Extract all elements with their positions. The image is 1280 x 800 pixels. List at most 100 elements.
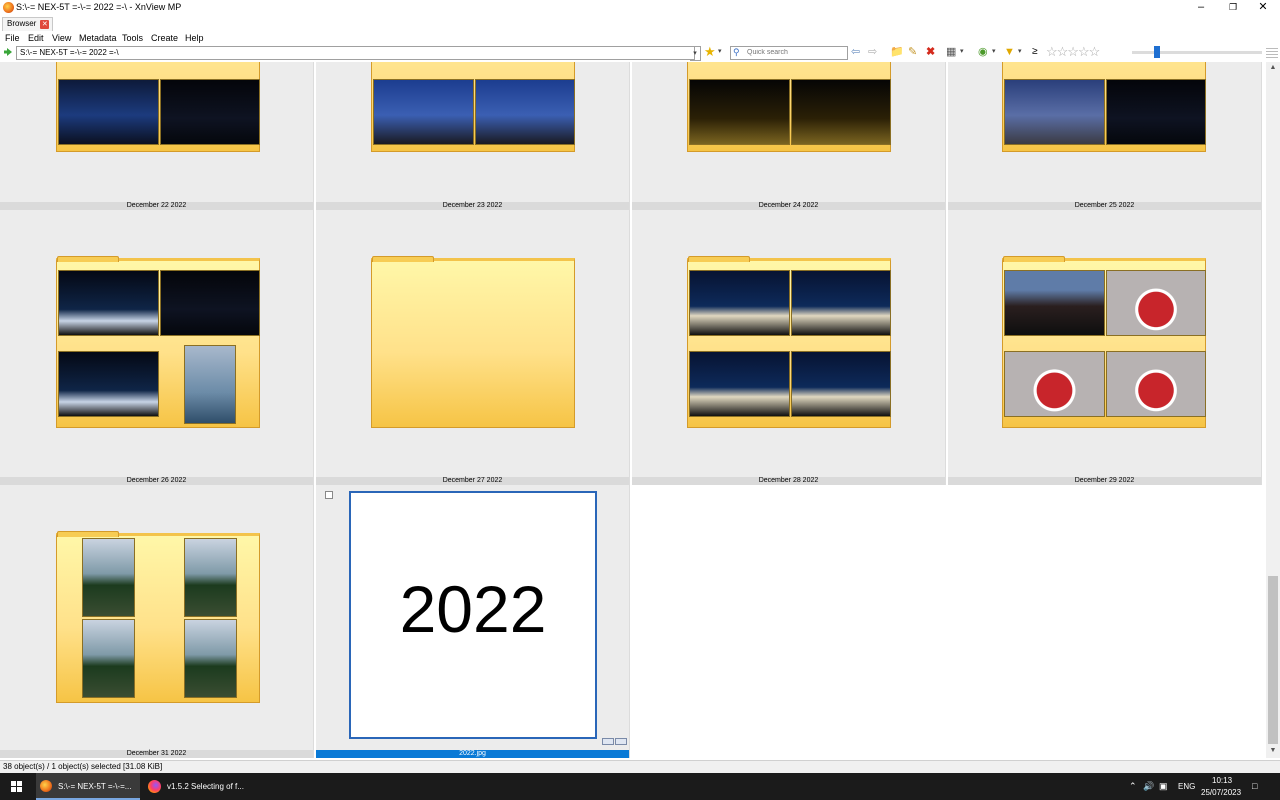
thumbnail-grid: December 22 2022 December 23 2022 Decemb…: [0, 62, 1266, 758]
status-bar: [0, 760, 1280, 774]
folder-thumbnail[interactable]: December 27 2022: [316, 210, 630, 485]
quick-search-input[interactable]: [747, 47, 843, 57]
favorites-star-icon[interactable]: ★: [704, 45, 716, 59]
folder-thumbnail[interactable]: December 28 2022: [632, 210, 946, 485]
delete-icon[interactable]: ✖: [926, 45, 935, 59]
photo-preview: [1004, 351, 1105, 417]
notifications-icon[interactable]: □: [1252, 773, 1257, 800]
menu-view[interactable]: View: [52, 32, 71, 44]
go-icon[interactable]: [3, 47, 13, 57]
taskbar-item-firefox[interactable]: v1.5.2 Selecting of f...: [143, 773, 247, 800]
folder-label: December 31 2022: [0, 750, 313, 758]
folder-thumbnail[interactable]: December 26 2022: [0, 210, 314, 485]
menu-create[interactable]: Create: [151, 32, 178, 44]
edit-icon[interactable]: ✎: [908, 45, 917, 59]
photo-preview: [1106, 79, 1206, 145]
menu-tools[interactable]: Tools: [122, 32, 143, 44]
photo-preview: [791, 270, 891, 336]
photo-preview: [1004, 270, 1105, 336]
photo-preview: [82, 538, 135, 617]
windows-start-icon[interactable]: [0, 773, 34, 800]
xnview-icon: [40, 780, 52, 792]
folder-label: December 22 2022: [0, 202, 313, 210]
photo-preview: [58, 79, 159, 145]
path-dropdown-chevron-icon[interactable]: ▾: [690, 46, 701, 61]
photo-preview: [689, 79, 790, 145]
taskbar-item-label: v1.5.2 Selecting of f...: [167, 782, 244, 791]
folder-thumbnail[interactable]: December 29 2022: [948, 210, 1262, 485]
folder-thumbnail[interactable]: December 23 2022: [316, 62, 630, 210]
tab-browser[interactable]: Browser ✕: [2, 17, 54, 31]
taskbar-item-label: S:\-= NEX-5T =-\-=...: [58, 782, 132, 791]
photo-preview: [184, 619, 237, 698]
view-mode-chevron-down-icon[interactable]: ▾: [960, 45, 964, 59]
photo-preview: [1106, 351, 1206, 417]
forward-icon[interactable]: ⇨: [868, 45, 877, 59]
path-field[interactable]: S:\-= NEX-5T =-\-= 2022 =-\: [16, 46, 695, 60]
folder-label: December 28 2022: [632, 477, 945, 485]
close-button[interactable]: ✕: [1246, 0, 1280, 16]
input-language-indicator[interactable]: ENG: [1178, 773, 1195, 800]
minimize-button[interactable]: –: [1184, 0, 1218, 16]
photo-preview: [373, 79, 474, 145]
scroll-up-arrow-icon[interactable]: ▲: [1266, 62, 1280, 74]
tab-close-icon[interactable]: ✕: [40, 20, 50, 29]
thumbnail-size-slider-handle[interactable]: [1154, 46, 1160, 58]
folder-thumbnail[interactable]: December 22 2022: [0, 62, 314, 210]
file-label: 2022.jpg: [316, 750, 629, 758]
photo-preview: [58, 270, 159, 336]
image-preview-text: 2022: [399, 572, 547, 646]
tab-label: Browser: [7, 19, 37, 28]
image-preview[interactable]: 2022: [349, 491, 597, 739]
favorites-chevron-down-icon[interactable]: ▾: [718, 47, 722, 55]
view-mode-icon[interactable]: ▦: [946, 45, 956, 59]
tag-chevron-down-icon[interactable]: ▾: [992, 45, 996, 59]
folder-label: December 29 2022: [948, 477, 1261, 485]
folder-thumbnail[interactable]: December 25 2022: [948, 62, 1262, 210]
folder-icon: [56, 531, 260, 703]
filter-chevron-down-icon[interactable]: ▾: [1018, 45, 1022, 59]
folder-up-icon[interactable]: 📁: [890, 45, 904, 59]
chevron-up-icon[interactable]: ⌃: [1129, 773, 1137, 800]
menu-file[interactable]: File: [5, 32, 20, 44]
volume-icon[interactable]: 🔊: [1143, 773, 1154, 800]
photo-preview: [82, 619, 135, 698]
folder-thumbnail[interactable]: December 31 2022: [0, 485, 314, 758]
window-title: S:\-= NEX-5T =-\-= 2022 =-\ - XnView MP: [16, 2, 182, 12]
folder-thumbnail[interactable]: December 24 2022: [632, 62, 946, 210]
thumbnail-checkbox[interactable]: [325, 491, 333, 499]
photo-preview: [184, 345, 236, 424]
rating-filter-stars[interactable]: ☆☆☆☆☆: [1046, 44, 1100, 59]
menu-help[interactable]: Help: [185, 32, 204, 44]
rating-filter-operator[interactable]: ≥: [1032, 45, 1038, 59]
folder-icon: [687, 62, 891, 152]
photo-preview: [475, 79, 575, 145]
toolbar-grip[interactable]: [1266, 46, 1278, 58]
clock-date[interactable]: 25/07/2023: [1201, 788, 1241, 797]
thumbnail-size-slider[interactable]: [1132, 51, 1262, 54]
tag-icon[interactable]: ◉: [978, 45, 988, 59]
photo-preview: [791, 351, 891, 417]
folder-label: December 24 2022: [632, 202, 945, 210]
photo-preview: [791, 79, 891, 145]
scroll-down-arrow-icon[interactable]: ▼: [1266, 745, 1280, 757]
folder-icon: [371, 62, 575, 152]
folder-icon: [56, 256, 260, 428]
menu-edit[interactable]: Edit: [28, 32, 44, 44]
folder-icon: [1002, 62, 1206, 152]
firefox-icon: [148, 780, 161, 793]
photo-preview: [689, 351, 790, 417]
exif-badge-icon: [615, 738, 627, 745]
folder-label: December 23 2022: [316, 202, 629, 210]
clock-time[interactable]: 10:13: [1212, 776, 1232, 785]
scrollbar-thumb[interactable]: [1268, 576, 1278, 744]
network-icon[interactable]: ▣: [1159, 773, 1168, 800]
taskbar-item-xnview[interactable]: S:\-= NEX-5T =-\-=...: [36, 773, 140, 800]
filter-icon[interactable]: ▼: [1004, 45, 1015, 59]
folder-label: December 25 2022: [948, 202, 1261, 210]
photo-preview: [58, 351, 159, 417]
restore-button[interactable]: ❐: [1216, 0, 1250, 16]
back-icon[interactable]: ⇦: [851, 45, 860, 59]
photo-preview: [1106, 270, 1206, 336]
menu-metadata[interactable]: Metadata: [79, 32, 117, 44]
